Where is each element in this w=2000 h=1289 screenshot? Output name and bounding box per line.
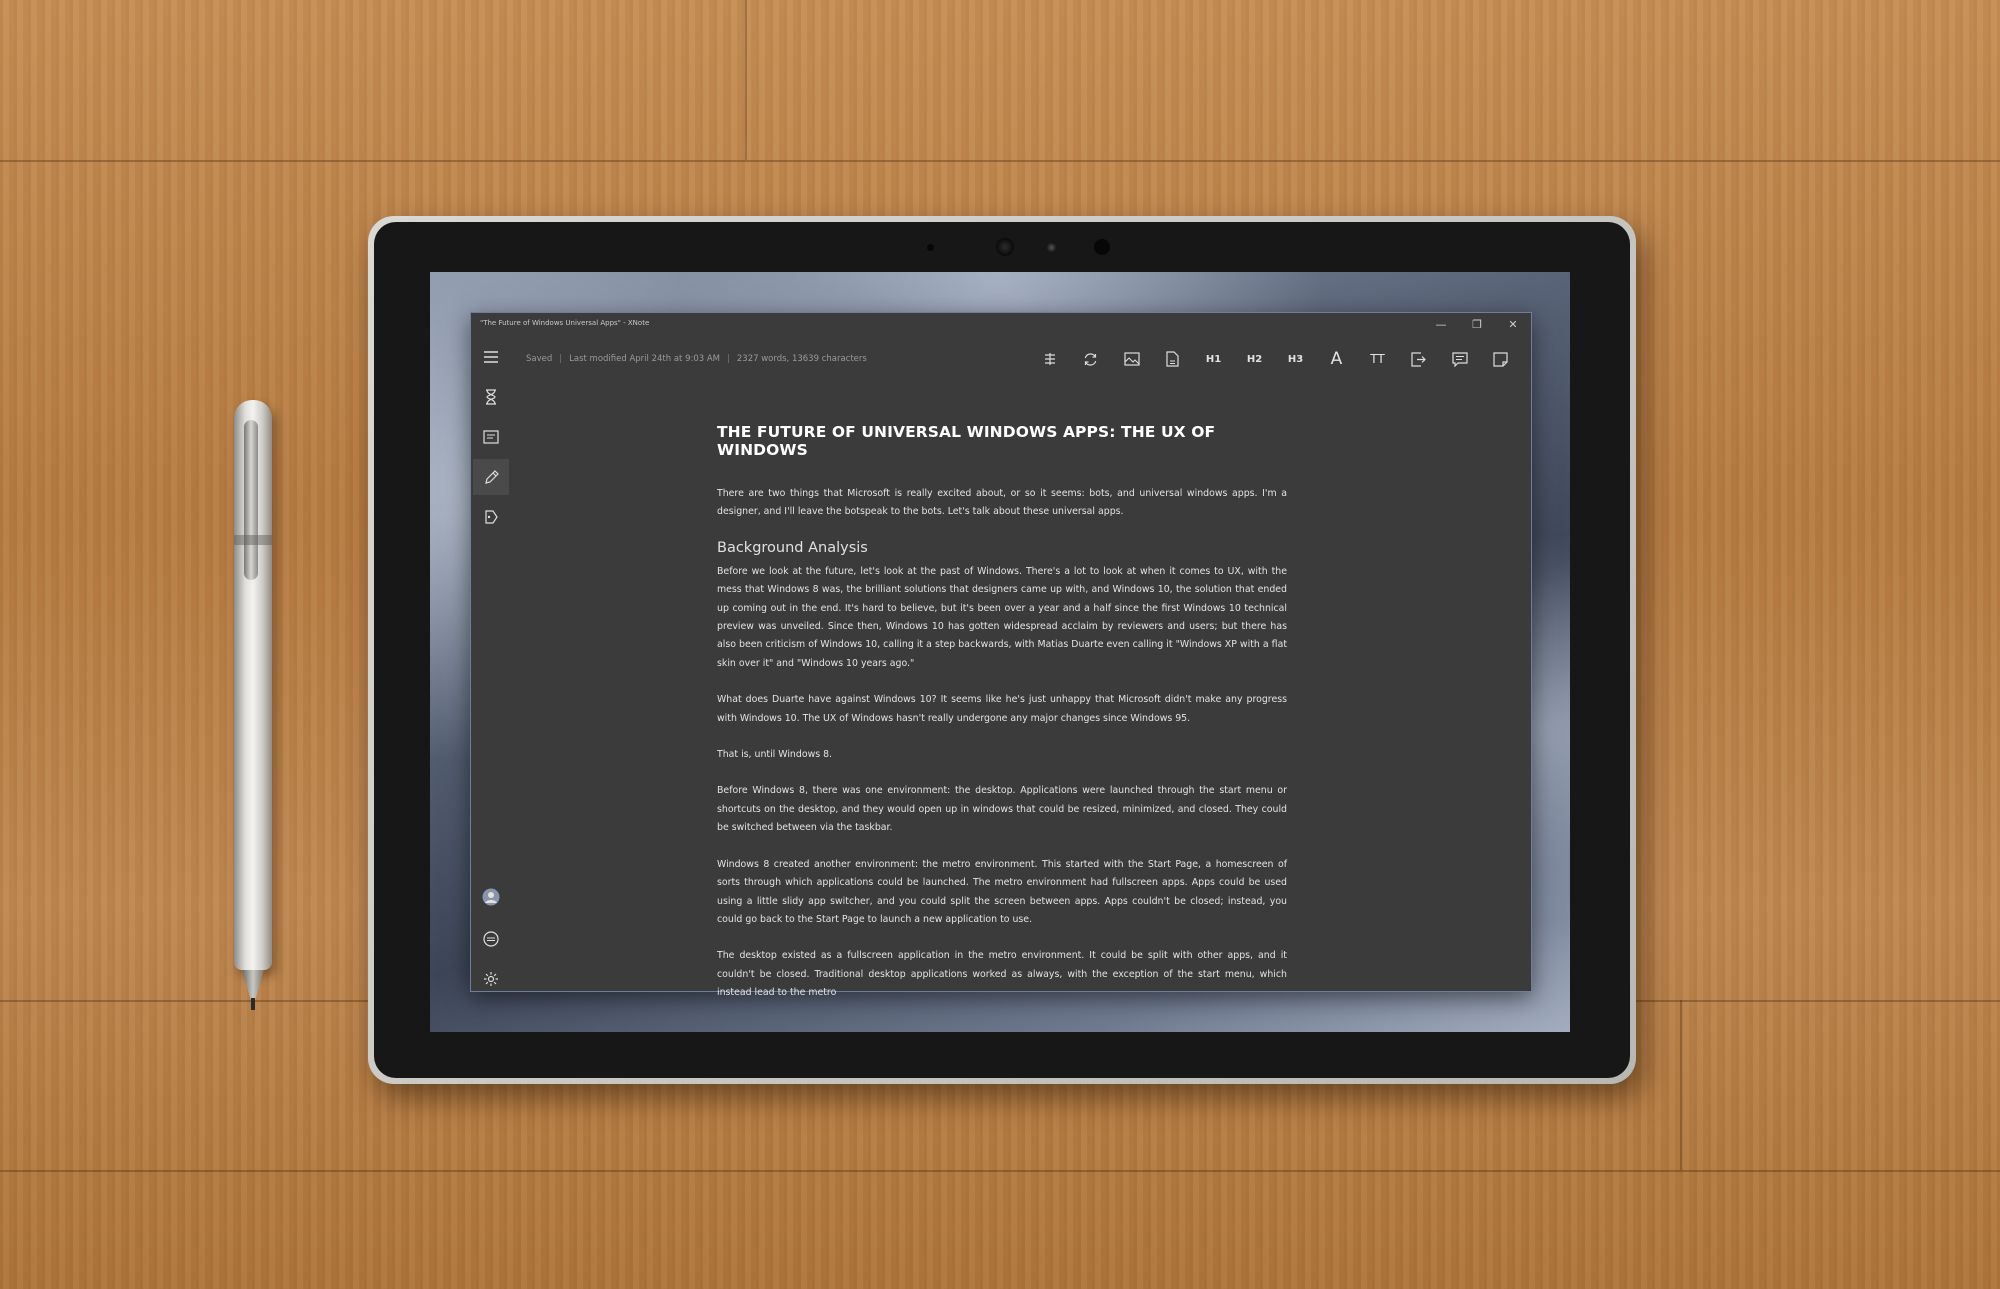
page-icon bbox=[1166, 351, 1179, 367]
sync-button[interactable] bbox=[1070, 343, 1111, 375]
tag-button[interactable] bbox=[473, 499, 509, 535]
status-bar: Saved | Last modified April 24th at 9:03 A… bbox=[526, 354, 867, 364]
edit-button[interactable] bbox=[473, 459, 509, 495]
window-title: "The Future of Windows Universal Apps" -… bbox=[480, 319, 650, 327]
tablet-screen: "The Future of Windows Universal Apps" -… bbox=[430, 272, 1570, 1032]
left-navigation-rail bbox=[471, 337, 511, 991]
wood-plank-seam bbox=[0, 1170, 2000, 1172]
wood-plank-seam bbox=[0, 160, 2000, 162]
document-editor[interactable]: THE FUTURE OF UNIVERSAL WINDOWS APPS: TH… bbox=[717, 423, 1287, 1021]
tag-icon bbox=[484, 509, 498, 524]
documents-button[interactable] bbox=[473, 419, 509, 455]
image-icon bbox=[1123, 352, 1140, 366]
body-paragraph: The desktop existed as a fullscreen appl… bbox=[717, 950, 1287, 999]
font-button[interactable]: A bbox=[1316, 343, 1357, 375]
sync-icon bbox=[1084, 352, 1097, 366]
body-paragraph: What does Duarte have against Windows 10… bbox=[717, 694, 1287, 724]
insert-image-button[interactable] bbox=[1111, 343, 1152, 375]
body-paragraph: Windows 8 created another environment: t… bbox=[717, 858, 1287, 925]
font-size-button[interactable]: TT bbox=[1357, 343, 1398, 375]
close-button[interactable]: ✕ bbox=[1495, 316, 1531, 334]
menu-button[interactable] bbox=[473, 339, 509, 375]
word-count: 2327 words, 13639 characters bbox=[736, 354, 867, 364]
body-paragraph: Before we look at the future, let's look… bbox=[717, 565, 1287, 669]
export-button[interactable] bbox=[1398, 343, 1439, 375]
section-heading: Background Analysis bbox=[717, 539, 868, 556]
title-bar[interactable]: "The Future of Windows Universal Apps" -… bbox=[471, 313, 1531, 337]
settings-button[interactable] bbox=[473, 961, 509, 997]
wood-plank-joint bbox=[1680, 1000, 1682, 1170]
comment-button[interactable] bbox=[1439, 343, 1480, 375]
last-modified: Last modified April 24th at 9:03 AM bbox=[569, 354, 721, 364]
camera-icon bbox=[996, 238, 1014, 256]
heading2-button[interactable]: H2 bbox=[1234, 343, 1275, 375]
tablet-bezel: "The Future of Windows Universal Apps" -… bbox=[374, 222, 1630, 1078]
strikethrough-button[interactable] bbox=[1029, 343, 1070, 375]
formatting-toolbar: H1 H2 H3 A TT bbox=[1029, 343, 1521, 375]
heading1-button[interactable]: H1 bbox=[1193, 343, 1234, 375]
avatar-icon bbox=[482, 888, 500, 906]
document-list-icon bbox=[483, 430, 499, 444]
wood-plank-joint bbox=[745, 0, 747, 160]
hamburger-menu-icon bbox=[484, 351, 498, 363]
gear-icon bbox=[484, 972, 498, 986]
sensor-icon bbox=[1094, 239, 1110, 255]
stylus-pen bbox=[230, 400, 276, 1010]
document-title: THE FUTURE OF UNIVERSAL WINDOWS APPS: TH… bbox=[717, 423, 1216, 459]
insert-page-button[interactable] bbox=[1152, 343, 1193, 375]
comment-icon bbox=[1451, 351, 1468, 367]
save-status: Saved bbox=[526, 354, 553, 364]
pen-icon bbox=[484, 469, 499, 484]
hourglass-icon bbox=[486, 389, 496, 405]
restore-button[interactable]: ❐ bbox=[1459, 316, 1495, 334]
storage-icon bbox=[483, 931, 499, 947]
sensor-icon bbox=[927, 244, 934, 251]
history-button[interactable] bbox=[473, 379, 509, 415]
account-button[interactable] bbox=[473, 879, 509, 915]
heading3-button[interactable]: H3 bbox=[1275, 343, 1316, 375]
minimize-button[interactable]: — bbox=[1423, 316, 1459, 334]
body-paragraph: That is, until Windows 8. bbox=[717, 749, 833, 761]
storage-button[interactable] bbox=[473, 921, 509, 957]
sticky-note-icon bbox=[1493, 351, 1508, 367]
body-paragraph: Before Windows 8, there was one environm… bbox=[717, 785, 1287, 834]
sensor-icon bbox=[1046, 242, 1057, 253]
export-icon bbox=[1411, 351, 1426, 367]
app-window: "The Future of Windows Universal Apps" -… bbox=[470, 312, 1532, 998]
intro-paragraph: There are two things that Microsoft is r… bbox=[717, 488, 1287, 518]
tablet-device: "The Future of Windows Universal Apps" -… bbox=[368, 216, 1636, 1084]
sticky-note-button[interactable] bbox=[1480, 343, 1521, 375]
strikethrough-icon bbox=[1044, 353, 1055, 365]
